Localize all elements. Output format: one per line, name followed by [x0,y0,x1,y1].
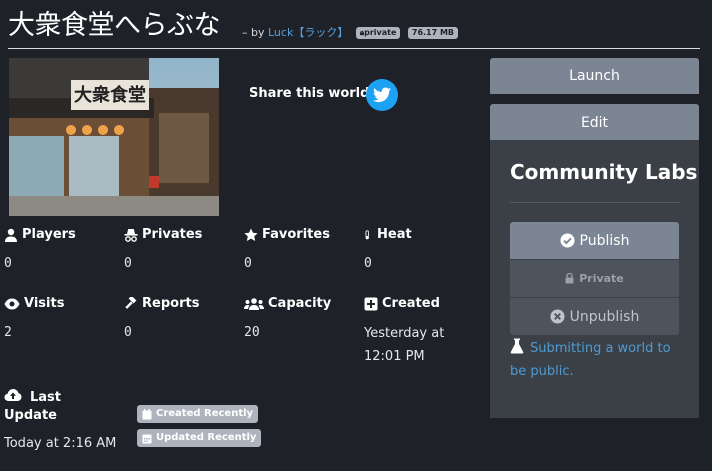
calendar-grid-icon [142,434,152,443]
publish-label: Publish [579,232,630,249]
last-update-value: Today at 2:16 AM [4,436,117,451]
stat-players-value: 0 [4,256,12,271]
community-labs-panel: Community Labs Publish Private Unpublish… [490,140,699,418]
plus-square-icon [364,297,378,310]
world-header: 大衆食堂へらぶな – by Luck【ラック】 🔒︎private 76.17 … [8,6,700,49]
calendar-icon [142,408,152,419]
by-prefix: – by [242,26,265,39]
launch-button[interactable]: Launch [490,58,699,94]
stat-players: Players 0 [4,227,76,271]
stat-privates-label: Privates [142,227,203,242]
unpublish-button[interactable]: Unpublish [510,298,679,335]
stat-created-label: Created [382,296,440,311]
lock-icon [565,273,574,284]
thermometer-icon [365,229,369,239]
private-button[interactable]: Private [510,260,679,297]
star-icon [244,228,258,241]
stat-reports-label: Reports [142,296,200,311]
author-link[interactable]: Luck【ラック】 [268,26,348,39]
publish-button[interactable]: Publish [510,222,679,259]
stat-favorites: Favorites 0 [244,227,330,271]
stat-created: Created Yesterday at 12:01 PM [364,296,444,364]
stat-capacity-value: 20 [244,325,260,340]
stat-created-value: Yesterday at 12:01 PM [364,326,445,364]
edit-button[interactable]: Edit [490,104,699,140]
stat-visits-label: Visits [24,296,65,311]
stat-heat-value: 0 [364,256,372,271]
stat-players-label: Players [22,227,76,242]
private-label: Private [579,272,624,285]
stat-privates: Privates 0 [124,227,203,271]
stat-visits: Visits 2 [4,296,65,340]
users-icon [244,297,264,310]
eye-icon [4,298,20,309]
share-label: Share this world [249,86,370,101]
svg-text:大衆食堂: 大衆食堂 [74,84,146,106]
updated-recently-badge: Updated Recently [137,429,262,447]
cloud-upload-icon [4,389,22,401]
unpublish-label: Unpublish [569,308,640,325]
world-thumbnail-image: 大衆食堂 [9,58,219,216]
x-circle-icon [550,309,565,324]
size-badge: 76.17 MB [407,27,459,39]
world-thumbnail: 大衆食堂 [9,58,219,216]
updated-recently-label: Updated Recently [156,432,257,443]
stat-capacity: Capacity 20 [244,296,332,340]
stat-privates-value: 0 [124,256,132,271]
labs-info-link[interactable]: Submitting a world to be public. [510,337,690,383]
stat-heat: Heat 0 [364,227,412,271]
community-labs-title: Community Labs [510,160,698,184]
twitter-share-button[interactable] [366,79,398,111]
check-circle-icon [560,233,575,248]
created-recently-label: Created Recently [156,408,254,419]
divider [510,202,680,203]
author-byline: – by Luck【ラック】 🔒︎private 76.17 MB [242,24,459,40]
stat-favorites-label: Favorites [262,227,330,242]
twitter-icon [373,87,391,103]
user-icon [5,228,17,242]
stat-reports: Reports 0 [124,296,200,340]
private-badge: 🔒︎private [355,27,401,39]
created-recently-badge: Created Recently [137,405,259,423]
incognito-icon [124,228,138,242]
last-update-label-block: Last Update [4,388,114,425]
private-badge-label: private [364,28,397,37]
world-title: 大衆食堂へらぶな [8,10,221,41]
stat-capacity-label: Capacity [268,296,332,311]
gavel-icon [125,296,137,309]
stat-heat-label: Heat [377,227,412,242]
stat-reports-value: 0 [124,325,132,340]
stat-favorites-value: 0 [244,256,252,271]
stat-visits-value: 2 [4,325,12,340]
